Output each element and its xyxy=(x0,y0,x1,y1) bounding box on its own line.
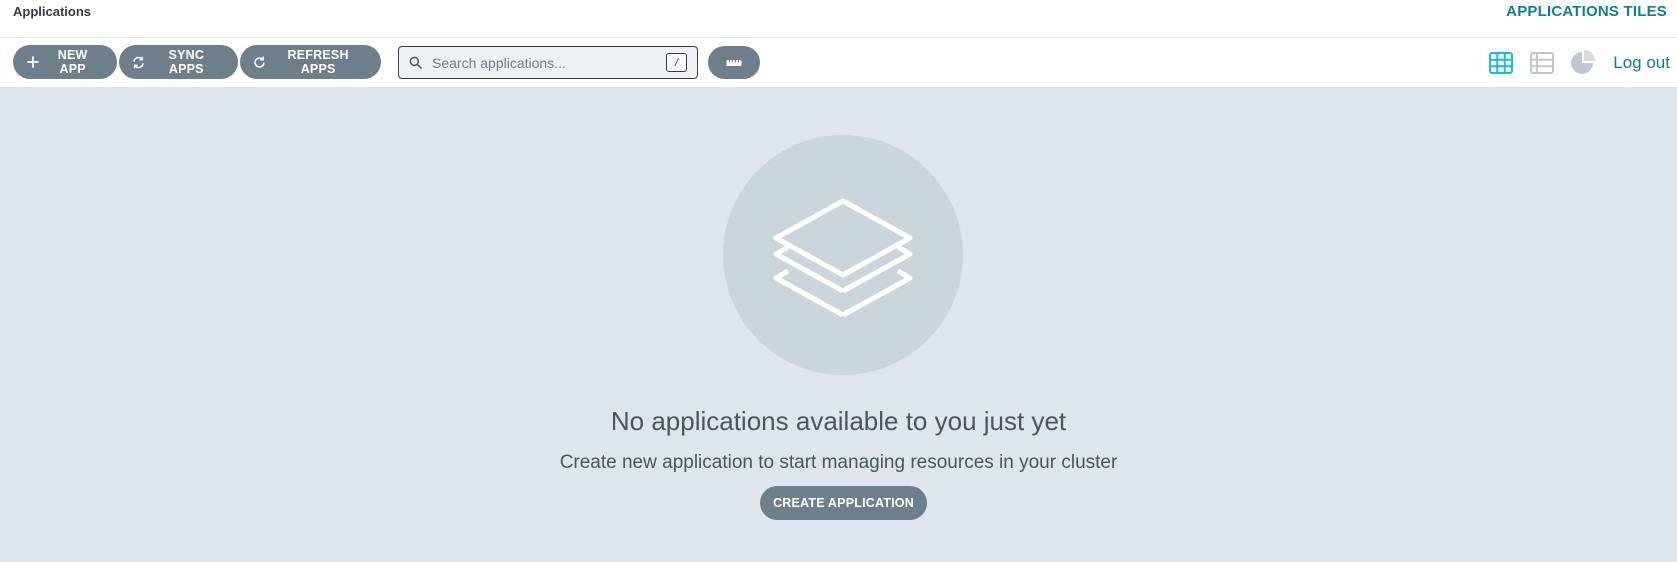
filter-toggle-button[interactable] xyxy=(708,46,760,79)
empty-state-illustration xyxy=(723,135,963,375)
search-input[interactable] xyxy=(432,54,666,71)
breadcrumb[interactable]: Applications xyxy=(13,4,91,19)
logout-link[interactable]: Log out xyxy=(1613,53,1670,73)
sync-apps-label: SYNC APPS xyxy=(168,48,205,76)
refresh-icon xyxy=(253,55,266,69)
top-bar: Applications APPLICATIONS TILES xyxy=(0,0,1677,38)
page-title: APPLICATIONS TILES xyxy=(1506,3,1667,20)
list-view-icon[interactable] xyxy=(1529,50,1555,76)
create-application-button[interactable]: CREATE APPLICATION xyxy=(760,486,927,520)
refresh-apps-label: REFRESH APPS xyxy=(287,48,349,76)
pie-chart-view-icon[interactable] xyxy=(1570,50,1596,76)
sync-apps-button[interactable]: SYNC APPS xyxy=(119,45,238,79)
view-switcher: Log out xyxy=(1488,38,1677,88)
empty-state-title: No applications available to you just ye… xyxy=(610,406,1067,436)
search-shortcut-badge: / xyxy=(666,53,687,72)
search-box[interactable]: / xyxy=(398,46,698,79)
plus-icon xyxy=(26,55,39,69)
empty-state-subtitle: Create new application to start managing… xyxy=(559,452,1118,473)
new-app-button[interactable]: NEW APP xyxy=(13,45,117,79)
applications-empty-state: No applications available to you just ye… xyxy=(0,88,1677,562)
ruler-icon xyxy=(726,55,742,70)
sync-icon xyxy=(132,55,146,69)
layers-icon xyxy=(768,183,918,328)
new-app-label: NEW APP xyxy=(57,48,88,76)
toolbar: NEW APP SYNC APPS REFRESH APPS / xyxy=(0,38,1677,88)
refresh-apps-button[interactable]: REFRESH APPS xyxy=(240,45,381,79)
tiles-view-icon[interactable] xyxy=(1488,50,1514,76)
search-icon xyxy=(409,56,423,70)
